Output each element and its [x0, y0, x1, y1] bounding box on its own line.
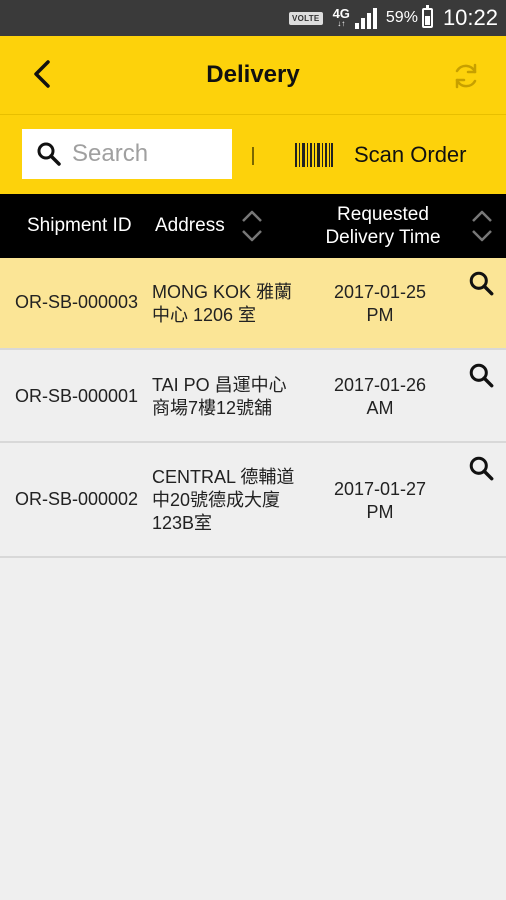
signal-icon — [354, 8, 377, 29]
delivery-time: 2017-01-26 AM — [318, 374, 442, 420]
search-box[interactable] — [22, 129, 232, 179]
table-row[interactable]: OR-SB-000002 CENTRAL 德輔道 中20號德成大廈 123B室 … — [0, 443, 506, 558]
search-icon[interactable] — [468, 270, 496, 298]
table-header: Shipment ID Address Requested Delivery T… — [0, 194, 506, 258]
search-icon — [37, 142, 61, 166]
network-indicator: 4G ↓↑ — [333, 7, 350, 28]
back-button[interactable] — [24, 56, 60, 92]
address-line: 123B室 — [152, 513, 213, 533]
sort-address-icon[interactable] — [240, 208, 264, 244]
delivery-time: 2017-01-27 PM — [318, 478, 442, 524]
column-header-delivery-time-line1: Requested — [337, 204, 429, 225]
search-toolbar: Scan Order — [0, 114, 506, 194]
volte-indicator: VOLTE — [288, 11, 323, 25]
address-line: 商場7樓12號舖 — [152, 398, 273, 418]
delivery-date: 2017-01-26 — [333, 375, 427, 395]
address-line: TAI PO 昌運中心 — [152, 375, 287, 395]
address-line: CENTRAL 德輔道 — [152, 467, 295, 487]
address-line: 中20號德成大廈 — [152, 490, 281, 510]
search-icon[interactable] — [468, 362, 496, 390]
search-input[interactable] — [72, 140, 222, 168]
page-title: Delivery — [206, 61, 300, 88]
refresh-button[interactable] — [446, 56, 486, 96]
column-header-delivery-time: Requested Delivery Time — [318, 194, 448, 258]
refresh-icon — [455, 63, 477, 89]
network-activity: ↓↑ — [337, 19, 346, 28]
table-row[interactable]: OR-SB-000003 MONG KOK 雅蘭 中心 1206 室 2017-… — [0, 258, 506, 350]
battery-icon — [421, 5, 433, 28]
address: TAI PO 昌運中心 商場7樓12號舖 — [152, 374, 312, 420]
address-line: 中心 1206 室 — [152, 305, 257, 325]
shipment-id: OR-SB-000002 — [15, 489, 139, 509]
clock: 10:22 — [442, 5, 498, 30]
battery-percent: 59% — [385, 9, 418, 26]
app-bar: Delivery — [0, 36, 506, 114]
column-header-address: Address — [155, 215, 225, 236]
delivery-time: 2017-01-25 PM — [318, 281, 442, 327]
toolbar-divider — [252, 147, 254, 165]
delivery-period: PM — [366, 305, 394, 325]
shipment-id: OR-SB-000003 — [15, 292, 139, 312]
delivery-period: PM — [366, 502, 394, 522]
shipment-list: OR-SB-000003 MONG KOK 雅蘭 中心 1206 室 2017-… — [0, 258, 506, 558]
search-icon[interactable] — [468, 455, 496, 483]
table-row[interactable]: OR-SB-000001 TAI PO 昌運中心 商場7樓12號舖 2017-0… — [0, 350, 506, 443]
chevron-left-icon — [34, 60, 50, 88]
delivery-date: 2017-01-25 — [333, 282, 427, 302]
delivery-period: AM — [366, 398, 394, 418]
sort-delivery-time-icon[interactable] — [470, 208, 494, 244]
address-line: MONG KOK 雅蘭 — [152, 282, 293, 302]
address: MONG KOK 雅蘭 中心 1206 室 — [152, 281, 312, 327]
barcode-icon — [295, 143, 333, 167]
column-header-delivery-time-line2: Delivery Time — [325, 227, 441, 248]
column-header-shipment-id: Shipment ID — [27, 215, 132, 236]
scan-order-button[interactable]: Scan Order — [294, 135, 467, 175]
status-bar: VOLTE 4G ↓↑ 59% 10:22 — [0, 0, 506, 36]
address: CENTRAL 德輔道 中20號德成大廈 123B室 — [152, 466, 312, 535]
scan-order-label: Scan Order — [354, 142, 467, 167]
shipment-id: OR-SB-000001 — [15, 386, 139, 406]
delivery-date: 2017-01-27 — [333, 479, 427, 499]
